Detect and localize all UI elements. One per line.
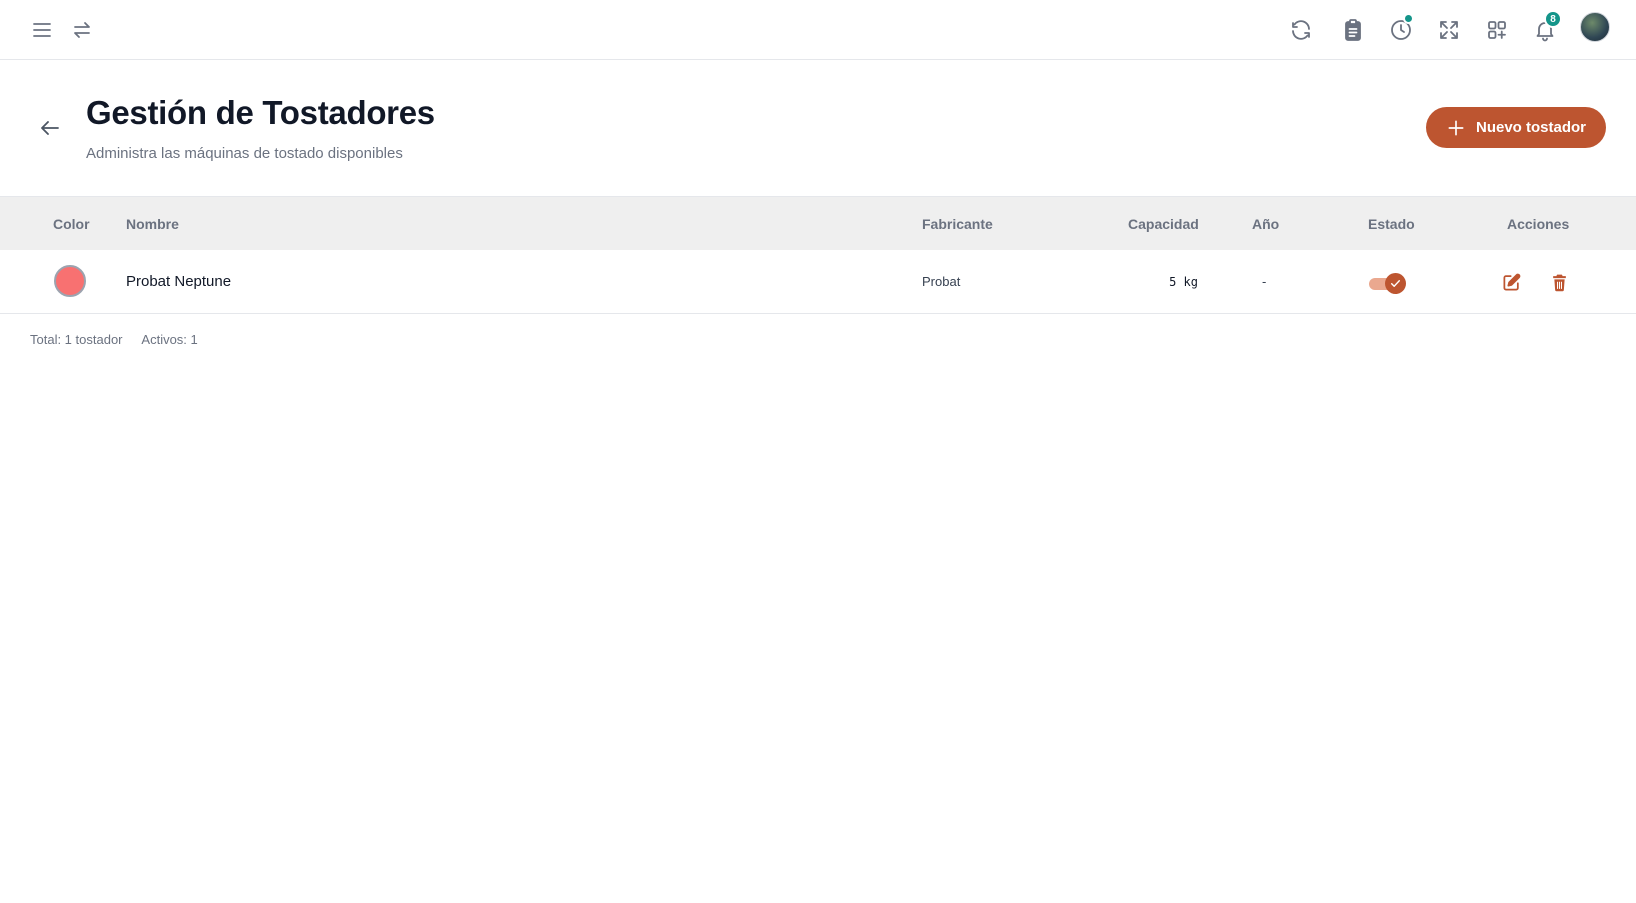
- delete-button[interactable]: [1546, 269, 1572, 295]
- history-button[interactable]: [1382, 11, 1420, 49]
- top-bar: 8: [0, 0, 1636, 60]
- toggle-knob: [1385, 273, 1406, 294]
- fullscreen-button[interactable]: [1430, 11, 1468, 49]
- roaster-manufacturer: Probat: [922, 274, 961, 289]
- roaster-name: Probat Neptune: [126, 273, 232, 290]
- plus-icon: [1448, 120, 1464, 135]
- edit-button[interactable]: [1498, 269, 1524, 295]
- roaster-capacity: 5 kg: [1169, 275, 1198, 289]
- fullscreen-icon: [1440, 21, 1458, 39]
- menu-icon: [33, 23, 51, 37]
- table-header: Color Nombre Fabricante Capacidad Año Es…: [0, 196, 1636, 250]
- column-header-color[interactable]: Color: [53, 197, 90, 251]
- active-count: Activos: 1: [141, 332, 198, 347]
- trash-icon: [1552, 274, 1566, 291]
- color-swatch: [54, 265, 86, 297]
- swap-button[interactable]: [63, 11, 101, 49]
- clipboard-button[interactable]: [1334, 11, 1372, 49]
- notifications-button[interactable]: 8: [1526, 10, 1564, 49]
- refresh-icon: [1292, 20, 1310, 40]
- notification-badge: 8: [1544, 10, 1562, 28]
- edit-icon: [1503, 273, 1520, 290]
- table-footer: Total: 1 tostador Activos: 1: [30, 332, 214, 347]
- new-roaster-button[interactable]: Nuevo tostador: [1426, 107, 1606, 148]
- table-row[interactable]: Probat Neptune Probat 5 kg -: [0, 250, 1636, 314]
- roaster-year: -: [1262, 274, 1267, 289]
- clipboard-icon: [1345, 19, 1361, 41]
- status-dot: [1403, 13, 1414, 24]
- column-header-manufacturer[interactable]: Fabricante: [922, 197, 993, 251]
- status-toggle[interactable]: [1369, 272, 1407, 294]
- menu-button[interactable]: [23, 11, 61, 49]
- refresh-button[interactable]: [1282, 11, 1320, 49]
- apps-icon: [1488, 21, 1506, 39]
- user-avatar[interactable]: [1580, 12, 1610, 42]
- column-header-year[interactable]: Año: [1252, 197, 1279, 251]
- total-count: Total: 1 tostador: [30, 332, 123, 347]
- column-header-name[interactable]: Nombre: [126, 197, 179, 251]
- page-title: Gestión de Tostadores: [86, 94, 435, 131]
- swap-icon: [74, 22, 90, 38]
- column-header-actions: Acciones: [1507, 216, 1570, 232]
- column-header-capacity[interactable]: Capacidad: [1128, 197, 1199, 251]
- arrow-left-icon: [41, 121, 59, 135]
- new-roaster-label: Nuevo tostador: [1475, 119, 1586, 136]
- column-header-status[interactable]: Estado: [1368, 197, 1415, 251]
- back-button[interactable]: [34, 112, 66, 144]
- apps-button[interactable]: [1478, 11, 1516, 49]
- page-subtitle: Administra las máquinas de tostado dispo…: [86, 145, 403, 162]
- check-icon: [1391, 280, 1400, 287]
